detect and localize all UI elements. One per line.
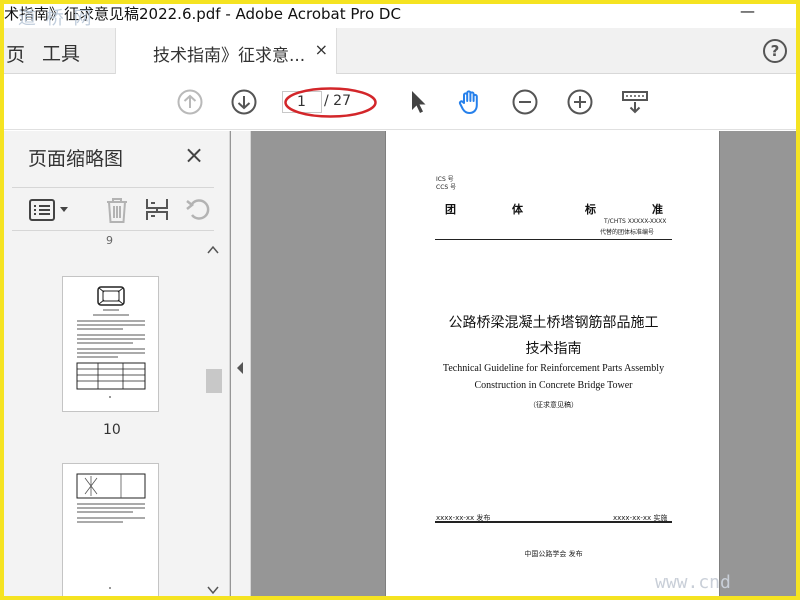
footer-rule — [435, 521, 672, 523]
toolbar: 1 / 27 — [0, 74, 800, 130]
doc-title-en-line2: Construction in Concrete Bridge Tower — [474, 380, 633, 391]
red-ellipse-annotation — [284, 87, 377, 118]
minimize-button[interactable]: — — [740, 2, 755, 20]
arrow-up-icon[interactable] — [176, 88, 204, 116]
arrow-down-icon[interactable] — [230, 88, 258, 116]
header-rule — [435, 239, 672, 240]
thumbnail-10-content — [76, 286, 146, 398]
tab-bar: 页 工具 技术指南》征求意... × ? — [0, 28, 800, 74]
tab-home[interactable]: 页 — [6, 40, 25, 67]
zoom-out-icon[interactable] — [511, 88, 539, 116]
extract-pages-icon[interactable] — [143, 196, 171, 224]
tab-close-button[interactable]: × — [315, 40, 328, 59]
panel-scrollbar[interactable] — [203, 243, 222, 599]
select-cursor-icon[interactable] — [404, 88, 432, 116]
panel-close-button[interactable]: × — [184, 141, 204, 169]
publisher: 中国公路学会 发布 — [524, 550, 583, 558]
standard-type-char: 体 — [512, 203, 523, 216]
fit-page-icon[interactable] — [620, 88, 650, 116]
thumbnail-number-partial: 9 — [106, 234, 113, 247]
panel-toolbar — [12, 187, 214, 231]
thumbnail-page-11[interactable] — [62, 463, 159, 600]
scroll-up-icon[interactable] — [207, 245, 219, 255]
doc-title-cn-line1: 公路桥梁混凝土桥塔钢筋部品施工 — [448, 315, 659, 331]
collapse-panel-icon[interactable] — [235, 361, 245, 375]
site-watermark: www.cnd — [655, 572, 731, 593]
watermark-logo: 道 桥 网 — [18, 8, 94, 29]
thumbnail-page-10[interactable] — [62, 276, 159, 412]
thumbnail-11-content — [76, 473, 146, 589]
scroll-down-icon[interactable] — [207, 585, 219, 595]
thumbnail-number: 10 — [103, 422, 121, 438]
hand-icon[interactable] — [456, 88, 484, 116]
standard-type-char: 团 — [445, 203, 456, 216]
doc-title-cn-line2: 技术指南 — [525, 341, 582, 357]
tab-document[interactable]: 技术指南》征求意... × — [115, 28, 337, 74]
tab-tools[interactable]: 工具 — [42, 39, 80, 66]
zoom-in-icon[interactable] — [566, 88, 594, 116]
help-button[interactable]: ? — [763, 39, 787, 63]
rotate-icon[interactable] — [184, 197, 212, 223]
standard-code: T/CHTS XXXXX-XXXX — [604, 218, 667, 225]
options-menu-icon[interactable] — [28, 199, 72, 221]
tab-document-label: 技术指南》征求意... — [153, 46, 306, 66]
page-thumbnails-panel: 页面缩略图 × 9 10 — [0, 131, 230, 600]
title-bar: 术指南》征求意见稿2022.6.pdf - Adobe Acrobat Pro … — [0, 0, 800, 28]
replace-note: 代替的团体标准编号 — [600, 229, 655, 236]
scrollbar-thumb[interactable] — [206, 369, 222, 393]
panel-title: 页面缩略图 — [28, 148, 124, 170]
standard-type-char: 准 — [652, 203, 663, 216]
draft-note: （征求意见稿） — [529, 401, 578, 409]
doc-title-en-line1: Technical Guideline for Reinforcement Pa… — [442, 363, 665, 374]
standard-type-char: 标 — [585, 203, 596, 216]
ccs-number: CCS 号 — [436, 184, 457, 191]
trash-icon[interactable] — [104, 196, 130, 224]
pdf-page: ICS 号 CCS 号 团 体 标 准 T/CHTS XXXXX-XXXX 代替… — [385, 131, 720, 600]
